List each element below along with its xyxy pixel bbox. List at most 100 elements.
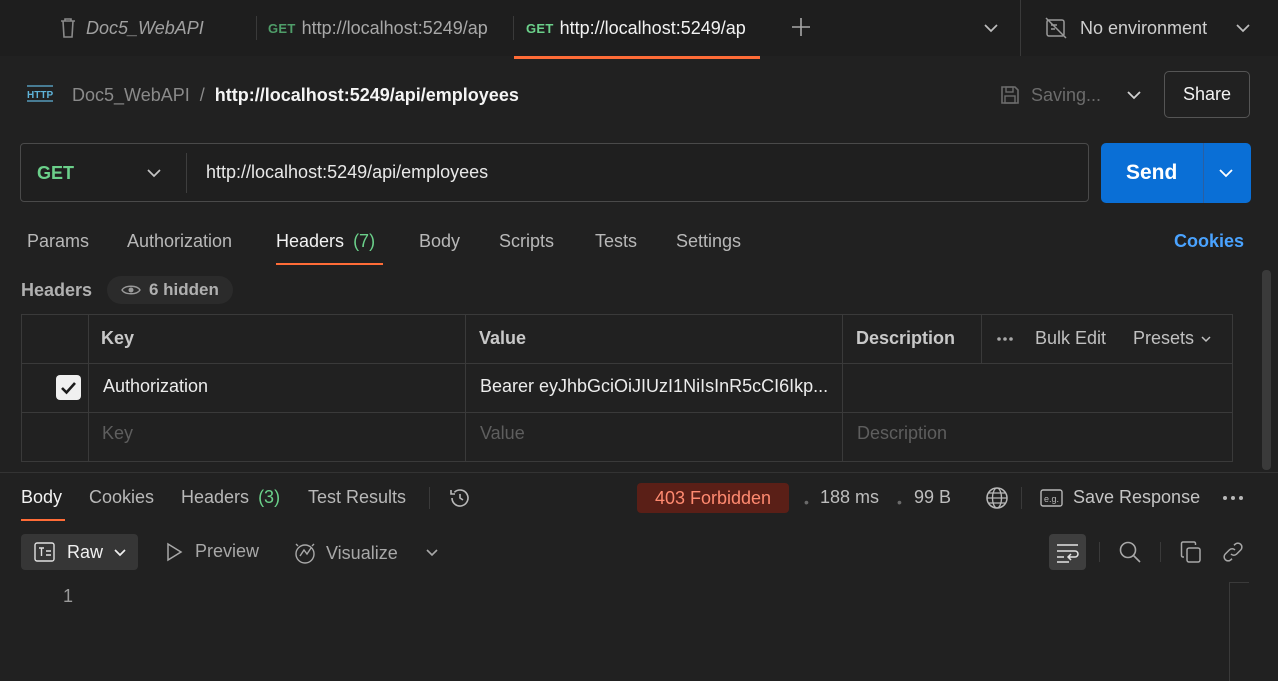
table-border xyxy=(21,314,22,462)
request-url-bar xyxy=(20,143,1089,202)
request-tab-2[interactable]: GET http://localhost:5249/ap xyxy=(526,0,746,56)
request-title[interactable]: http://localhost:5249/api/employees xyxy=(215,85,519,106)
search-icon[interactable] xyxy=(1118,540,1142,564)
status-badge[interactable]: 403 Forbidden xyxy=(637,483,789,513)
preview-label: Preview xyxy=(195,541,260,561)
no-environment-icon xyxy=(1044,16,1068,40)
svg-text:e.g.: e.g. xyxy=(1044,494,1059,504)
column-header-value: Value xyxy=(479,328,527,348)
tab-divider xyxy=(256,16,257,40)
response-time[interactable]: 188 ms xyxy=(820,487,879,508)
save-icon xyxy=(999,84,1021,106)
eye-icon xyxy=(121,283,141,297)
bulk-edit-button[interactable]: Bulk Edit xyxy=(1035,328,1106,349)
breadcrumb: Doc5_WebAPI / http://localhost:5249/api/… xyxy=(72,84,519,106)
response-meta-divider xyxy=(1021,487,1022,509)
hidden-headers-toggle[interactable]: 6 hidden xyxy=(107,276,233,304)
tab-method: GET xyxy=(526,20,554,36)
active-tab-indicator xyxy=(514,56,760,59)
tab-headers-label: Headers xyxy=(276,231,345,251)
breadcrumb-collection[interactable]: Doc5_WebAPI xyxy=(72,85,190,106)
method-chevron-down-icon[interactable] xyxy=(145,164,163,182)
response-size[interactable]: 99 B xyxy=(914,487,951,508)
visualize-chevron-down-icon[interactable] xyxy=(424,544,440,560)
environment-chevron-down-icon[interactable] xyxy=(1234,19,1252,37)
tab-settings[interactable]: Settings xyxy=(676,231,741,252)
response-more-icon[interactable] xyxy=(1222,494,1244,502)
tab-headers-count: (7) xyxy=(353,231,376,251)
response-tab-test-results[interactable]: Test Results xyxy=(308,487,406,508)
url-input[interactable]: http://localhost:5249/api/employees xyxy=(206,162,488,183)
tab-authorization[interactable]: Authorization xyxy=(127,231,232,252)
scrollbar[interactable] xyxy=(1262,270,1271,470)
env-divider xyxy=(1020,0,1021,56)
wrap-lines-icon xyxy=(1057,544,1079,563)
headers-section-title: Headers xyxy=(21,280,93,300)
code-scroll-track-top xyxy=(1229,582,1249,583)
tab-body[interactable]: Body xyxy=(419,231,460,252)
format-select[interactable]: Raw xyxy=(21,534,138,570)
response-tab-body[interactable]: Body xyxy=(21,487,62,508)
presets-dropdown[interactable]: Presets xyxy=(1133,328,1212,349)
method-select[interactable]: GET xyxy=(37,160,74,186)
tab-headers[interactable]: Headers (7) xyxy=(276,231,375,252)
table-border xyxy=(88,314,89,462)
link-icon[interactable] xyxy=(1221,540,1245,564)
tab-divider xyxy=(513,16,514,40)
tab-url: http://localhost:5249/ap xyxy=(559,17,746,38)
share-button[interactable]: Share xyxy=(1164,71,1250,118)
tab-tests[interactable]: Tests xyxy=(595,231,637,252)
send-chevron-down-icon[interactable] xyxy=(1217,164,1235,182)
send-button[interactable]: Send xyxy=(1101,143,1251,203)
response-headers-count: (3) xyxy=(258,487,281,507)
new-header-key-input[interactable]: Key xyxy=(102,423,133,444)
environment-selector[interactable]: No environment xyxy=(1044,15,1207,41)
header-enabled-checkbox[interactable] xyxy=(56,375,81,400)
response-tab-divider xyxy=(429,487,430,509)
table-border xyxy=(21,461,1233,462)
http-badge-text: HTTP xyxy=(27,90,53,101)
format-chevron-down-icon xyxy=(113,545,127,559)
wrap-lines-button[interactable] xyxy=(1049,534,1086,570)
new-header-value-input[interactable]: Value xyxy=(480,423,525,444)
tab-scripts[interactable]: Scripts xyxy=(499,231,554,252)
new-tab-plus-icon[interactable] xyxy=(790,16,812,38)
collection-tab[interactable]: Doc5_WebAPI xyxy=(58,0,204,56)
tabs-chevron-down-icon[interactable] xyxy=(982,19,1000,37)
header-key-cell[interactable]: Authorization xyxy=(103,376,208,397)
header-value-cell[interactable]: Bearer eyJhbGciOiJIUzI1NiIsInR5cCI6Ikp..… xyxy=(480,376,828,397)
line-number: 1 xyxy=(63,586,74,606)
panel-divider[interactable] xyxy=(0,472,1278,473)
preview-button[interactable]: Preview xyxy=(165,541,259,562)
request-tab-1[interactable]: GET http://localhost:5249/ap xyxy=(268,0,488,56)
history-icon[interactable] xyxy=(448,486,472,510)
save-status[interactable]: Saving... xyxy=(999,83,1101,107)
more-options-icon[interactable] xyxy=(996,335,1014,343)
copy-icon[interactable] xyxy=(1179,540,1203,564)
response-tab-headers[interactable]: Headers (3) xyxy=(181,487,280,508)
environment-label: No environment xyxy=(1080,17,1208,38)
presets-chevron-down-icon xyxy=(1200,333,1212,345)
save-response-button[interactable]: e.g. Save Response xyxy=(1040,487,1200,508)
new-header-description-input[interactable]: Description xyxy=(857,423,947,444)
visualize-button[interactable]: Visualize xyxy=(293,541,398,565)
send-divider xyxy=(1203,143,1204,203)
save-chevron-down-icon[interactable] xyxy=(1125,86,1143,104)
text-format-icon xyxy=(34,542,55,562)
response-tab-cookies[interactable]: Cookies xyxy=(89,487,154,508)
toolbar-divider xyxy=(1160,542,1161,562)
response-headers-label: Headers xyxy=(181,487,250,507)
hidden-headers-label: 6 hidden xyxy=(149,280,219,299)
send-button-label: Send xyxy=(1126,161,1178,184)
cookies-link[interactable]: Cookies xyxy=(1174,231,1244,252)
visualize-icon xyxy=(293,541,318,565)
breadcrumb-separator: / xyxy=(199,84,205,105)
column-header-description: Description xyxy=(856,328,956,348)
active-request-tab-indicator xyxy=(276,263,383,265)
trash-icon xyxy=(58,17,78,39)
visualize-label: Visualize xyxy=(326,542,398,563)
tab-url: http://localhost:5249/ap xyxy=(301,17,488,38)
tab-params[interactable]: Params xyxy=(27,231,89,252)
globe-icon[interactable] xyxy=(985,486,1009,510)
checkmark-icon xyxy=(61,382,76,395)
